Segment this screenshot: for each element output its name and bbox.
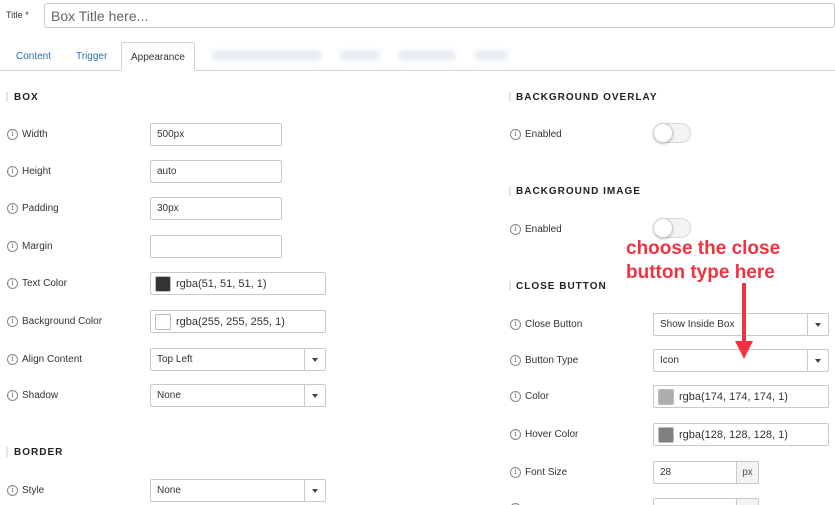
info-icon: i [7, 129, 18, 140]
close-button-label: Close Button [525, 319, 583, 330]
border-style-label: Style [22, 485, 45, 496]
overlay-enabled-toggle[interactable] [653, 123, 691, 143]
info-icon: i [7, 241, 18, 252]
shadow-label: Shadow [22, 390, 59, 401]
tab-trigger[interactable]: Trigger [67, 42, 116, 71]
text-color-input[interactable]: rgba(51, 51, 51, 1) [150, 272, 326, 295]
background-image-heading: BACKGROUND IMAGE [516, 186, 641, 197]
section-marker [509, 186, 511, 196]
text-color-value: rgba(51, 51, 51, 1) [176, 277, 267, 290]
info-icon: i [7, 278, 18, 289]
align-content-select[interactable]: Top Left [150, 348, 326, 371]
border-heading: BORDER [14, 447, 64, 458]
title-input[interactable] [44, 3, 835, 28]
toggle-knob[interactable] [653, 218, 673, 238]
toggle-knob[interactable] [653, 123, 673, 143]
tab-content[interactable]: Content [7, 42, 60, 71]
section-marker [6, 447, 8, 457]
box-heading: BOX [14, 92, 39, 103]
info-icon: i [510, 355, 521, 366]
info-icon: i [510, 224, 521, 235]
info-icon: i [510, 429, 521, 440]
annotation-text: choose the close button type here [626, 238, 781, 283]
width-input[interactable]: 500px [150, 123, 282, 146]
height-label: Height [22, 166, 51, 177]
chevron-down-icon[interactable] [304, 480, 325, 501]
height-input[interactable]: auto [150, 160, 282, 183]
section-marker [509, 92, 511, 102]
blurred-tab[interactable] [212, 50, 322, 61]
hover-color-label: Hover Color [525, 429, 579, 440]
background-color-swatch[interactable] [155, 313, 171, 330]
text-color-swatch[interactable] [155, 275, 171, 292]
margin-input[interactable] [150, 235, 282, 258]
image-enabled-label: Enabled [525, 224, 562, 235]
next-row-unit [736, 498, 759, 505]
hover-color-input[interactable]: rgba(128, 128, 128, 1) [653, 423, 829, 446]
background-color-label: Background Color [22, 316, 103, 327]
close-color-value: rgba(174, 174, 174, 1) [679, 390, 788, 403]
title-label: Title * [6, 10, 29, 20]
info-icon: i [7, 354, 18, 365]
info-icon: i [510, 129, 521, 140]
info-icon: i [7, 166, 18, 177]
section-marker [6, 92, 8, 102]
next-row-input[interactable] [653, 498, 737, 505]
blurred-tab[interactable] [340, 50, 380, 61]
info-icon: i [7, 203, 18, 214]
hover-color-swatch[interactable] [658, 426, 674, 443]
chevron-down-icon[interactable] [304, 385, 325, 406]
margin-label: Margin [22, 241, 53, 252]
shadow-select[interactable]: None [150, 384, 326, 407]
section-marker [509, 281, 511, 291]
width-label: Width [22, 129, 48, 140]
tab-appearance[interactable]: Appearance [121, 42, 195, 71]
font-size-label: Font Size [525, 467, 568, 478]
padding-input[interactable]: 30px [150, 197, 282, 220]
blurred-tab[interactable] [474, 50, 508, 61]
background-overlay-heading: BACKGROUND OVERLAY [516, 92, 658, 103]
close-color-swatch[interactable] [658, 388, 674, 405]
button-type-label: Button Type [525, 355, 579, 366]
info-icon: i [510, 319, 521, 330]
padding-label: Padding [22, 203, 59, 214]
chevron-down-icon[interactable] [807, 350, 828, 371]
chevron-down-icon[interactable] [807, 314, 828, 335]
align-content-label: Align Content [22, 354, 83, 365]
info-icon: i [510, 391, 521, 402]
text-color-label: Text Color [22, 278, 68, 289]
info-icon: i [510, 467, 521, 478]
background-color-value: rgba(255, 255, 255, 1) [176, 315, 285, 328]
background-color-input[interactable]: rgba(255, 255, 255, 1) [150, 310, 326, 333]
close-color-input[interactable]: rgba(174, 174, 174, 1) [653, 385, 829, 408]
image-enabled-toggle[interactable] [653, 218, 691, 238]
close-color-label: Color [525, 391, 549, 402]
chevron-down-icon[interactable] [304, 349, 325, 370]
info-icon: i [7, 316, 18, 327]
close-button-heading: CLOSE BUTTON [516, 281, 607, 292]
font-size-unit: px [736, 461, 759, 484]
blurred-tab[interactable] [398, 50, 456, 61]
info-icon: i [7, 390, 18, 401]
arrow-down-icon [735, 283, 753, 359]
border-style-select[interactable]: None [150, 479, 326, 502]
font-size-input[interactable]: 28 [653, 461, 737, 484]
overlay-enabled-label: Enabled [525, 129, 562, 140]
hover-color-value: rgba(128, 128, 128, 1) [679, 428, 788, 441]
info-icon: i [7, 485, 18, 496]
